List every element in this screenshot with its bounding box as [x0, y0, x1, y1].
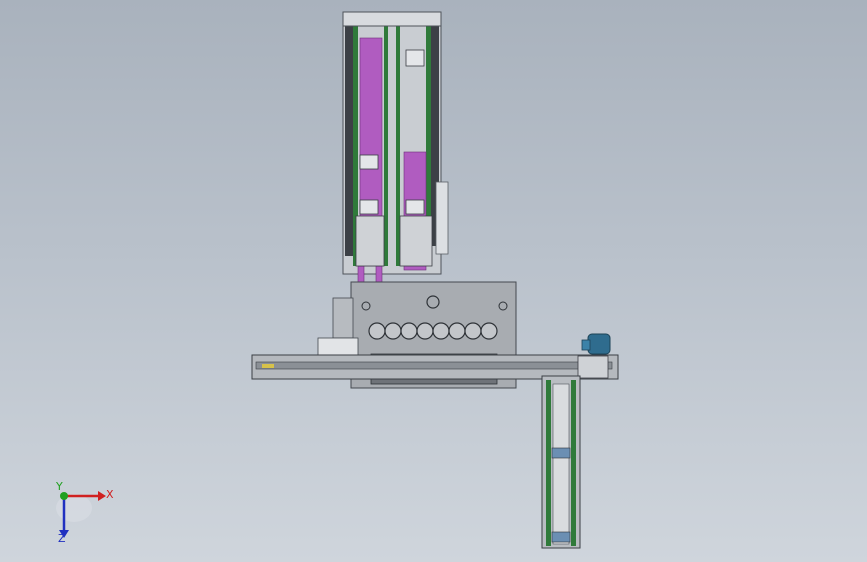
- tower-bracket-4: [405, 49, 425, 67]
- x-axis-arrowhead: [98, 491, 106, 501]
- tower-left-dark-band: [345, 26, 353, 256]
- tower-top-cap: [342, 11, 442, 27]
- drive-motor[interactable]: [581, 333, 611, 355]
- outfeed-green-rail-left: [546, 380, 551, 546]
- tower-bottom-clamp-right: [399, 215, 433, 267]
- motor-housing: [587, 333, 611, 355]
- cad-viewport[interactable]: X Y Z: [0, 0, 867, 562]
- conveyor-yellow-marker: [262, 364, 274, 368]
- tower-bracket-2: [359, 199, 379, 215]
- y-axis-point: [60, 492, 68, 500]
- nozzle-8: [480, 322, 498, 340]
- nozzle-3: [400, 322, 418, 340]
- outfeed-green-rail-right: [571, 380, 576, 546]
- nozzle-1: [368, 322, 386, 340]
- conveyor-end-block: [577, 355, 609, 379]
- tower-mid-green-rail-b: [396, 26, 400, 266]
- x-axis-label: X: [106, 488, 114, 501]
- coordinate-triad[interactable]: X Y Z: [40, 478, 120, 548]
- machine-left-block: [332, 297, 354, 339]
- tower-bottom-clamp-left: [355, 215, 385, 267]
- nozzle-5: [432, 322, 450, 340]
- nozzle-7: [464, 322, 482, 340]
- cad-model-scene[interactable]: [0, 0, 867, 562]
- vertical-tower-assembly[interactable]: [342, 11, 449, 297]
- outfeed-bottle-holder-2: [551, 531, 571, 543]
- outfeed-conveyor[interactable]: [541, 375, 581, 549]
- tower-bracket-3: [405, 199, 425, 215]
- horizontal-conveyor[interactable]: [251, 354, 619, 380]
- tower-side-gray-block: [435, 181, 449, 255]
- nozzle-4: [416, 322, 434, 340]
- motor-flange: [581, 339, 591, 351]
- y-axis-label: Y: [55, 480, 63, 493]
- outfeed-inner-belt: [552, 383, 570, 545]
- outfeed-bottle-holder-1: [551, 447, 571, 459]
- z-axis-label: Z: [58, 532, 66, 545]
- conveyor-belt: [255, 361, 613, 370]
- nozzle-6: [448, 322, 466, 340]
- tower-mid-green-rail-a: [384, 26, 388, 266]
- nozzle-2: [384, 322, 402, 340]
- tower-bracket-1: [359, 154, 379, 170]
